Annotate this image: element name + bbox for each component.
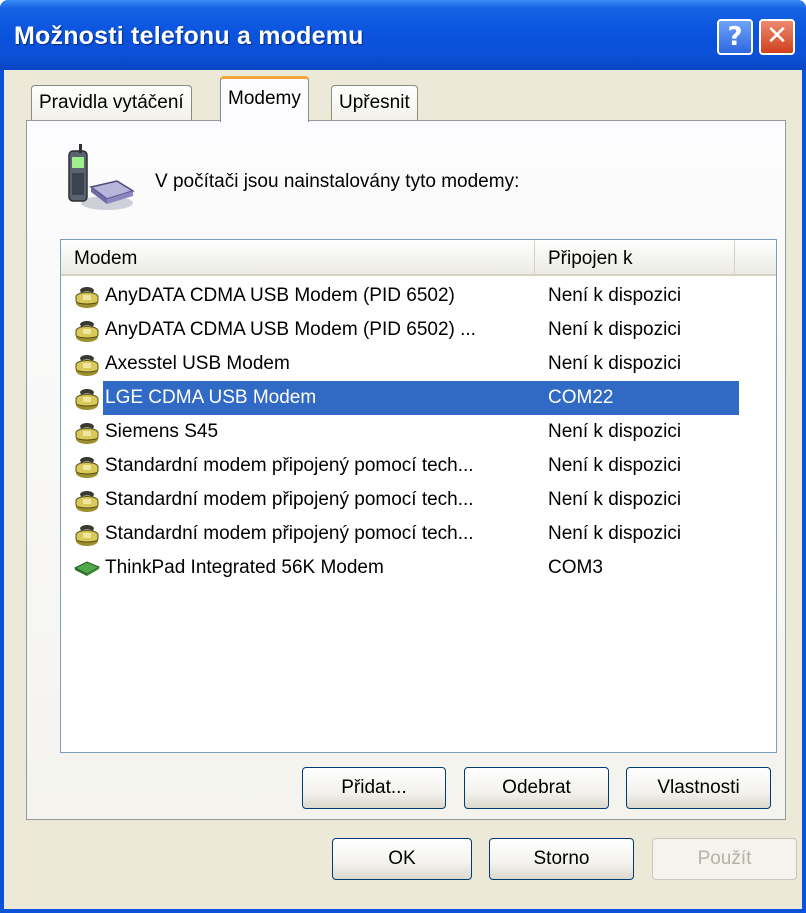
list-header: Modem Připojen k <box>61 240 776 276</box>
list-item[interactable]: AnyDATA CDMA USB Modem (PID 6502) ... Nen… <box>61 313 739 347</box>
title-bar[interactable]: Možnosti telefonu a modemu ? ✕ <box>0 0 806 70</box>
phone-modem-icon <box>68 144 135 210</box>
tab-modems[interactable]: Modemy <box>220 76 309 122</box>
modem-name: ThinkPad Integrated 56K Modem <box>105 557 384 578</box>
column-header-modem[interactable]: Modem <box>61 240 535 274</box>
list-item[interactable]: AnyDATA CDMA USB Modem (PID 6502) Není k … <box>61 279 739 313</box>
list-item[interactable]: ThinkPad Integrated 56K Modem COM3 <box>61 551 739 585</box>
list-item[interactable]: Axesstel USB Modem Není k dispozici <box>61 347 739 381</box>
modem-name: AnyDATA CDMA USB Modem (PID 6502) ... <box>105 319 476 340</box>
modem-port: Není k dispozici <box>548 421 682 442</box>
help-button[interactable]: ? <box>717 19 753 55</box>
list-item[interactable]: Standardní modem připojený pomocí tech..… <box>61 449 739 483</box>
tab-panel-modems: V počítači jsou nainstalovány tyto modem… <box>26 120 786 820</box>
modem-port: COM3 <box>548 557 603 578</box>
modem-port: Není k dispozici <box>548 319 682 340</box>
dialog-window: Možnosti telefonu a modemu ? ✕ Pravidla … <box>0 0 806 913</box>
list-item[interactable]: Standardní modem připojený pomocí tech..… <box>61 517 739 551</box>
modem-name: Axesstel USB Modem <box>105 353 290 374</box>
modem-list[interactable]: Modem Připojen k AnyDATA CDMA USB Modem … <box>60 239 777 753</box>
cancel-button[interactable]: Storno <box>489 838 634 880</box>
modem-name: AnyDATA CDMA USB Modem (PID 6502) <box>105 285 455 306</box>
modem-port: Není k dispozici <box>548 489 682 510</box>
modem-phone-icon <box>74 351 100 377</box>
close-button[interactable]: ✕ <box>759 19 795 55</box>
tab-dialing-rules[interactable]: Pravidla vytáčení <box>31 85 192 121</box>
list-rows: AnyDATA CDMA USB Modem (PID 6502) Není k … <box>61 279 776 585</box>
modem-name: Standardní modem připojený pomocí tech..… <box>105 455 474 476</box>
modem-phone-icon <box>74 453 100 479</box>
modem-phone-icon <box>74 317 100 343</box>
modem-name: LGE CDMA USB Modem <box>103 381 535 415</box>
properties-button[interactable]: Vlastnosti <box>626 767 771 809</box>
modem-name: Standardní modem připojený pomocí tech..… <box>105 489 474 510</box>
modem-port: Není k dispozici <box>548 523 682 544</box>
tab-advanced[interactable]: Upřesnit <box>331 85 418 121</box>
modem-name: Standardní modem připojený pomocí tech..… <box>105 523 474 544</box>
modem-name: Siemens S45 <box>105 421 219 442</box>
intro-text: V počítači jsou nainstalovány tyto modem… <box>155 171 520 192</box>
modem-phone-icon <box>74 283 100 309</box>
modem-card-icon <box>73 555 101 581</box>
modem-port: Není k dispozici <box>548 353 682 374</box>
modem-port: COM22 <box>535 381 739 415</box>
remove-button[interactable]: Odebrat <box>464 767 609 809</box>
list-item[interactable]: LGE CDMA USB Modem COM22 <box>61 381 739 415</box>
apply-button[interactable]: Použít <box>652 838 797 880</box>
add-button[interactable]: Přidat... <box>302 767 446 809</box>
window-title: Možnosti telefonu a modemu <box>14 22 364 50</box>
modem-phone-icon <box>74 385 100 411</box>
list-item[interactable]: Standardní modem připojený pomocí tech..… <box>61 483 739 517</box>
modem-phone-icon <box>74 419 100 445</box>
list-item[interactable]: Siemens S45 Není k dispozici <box>61 415 739 449</box>
ok-button[interactable]: OK <box>332 838 472 880</box>
modem-port: Není k dispozici <box>548 455 682 476</box>
column-header-connected-to[interactable]: Připojen k <box>535 240 735 274</box>
modem-port: Není k dispozici <box>548 285 682 306</box>
modem-phone-icon <box>74 487 100 513</box>
modem-phone-icon <box>74 521 100 547</box>
